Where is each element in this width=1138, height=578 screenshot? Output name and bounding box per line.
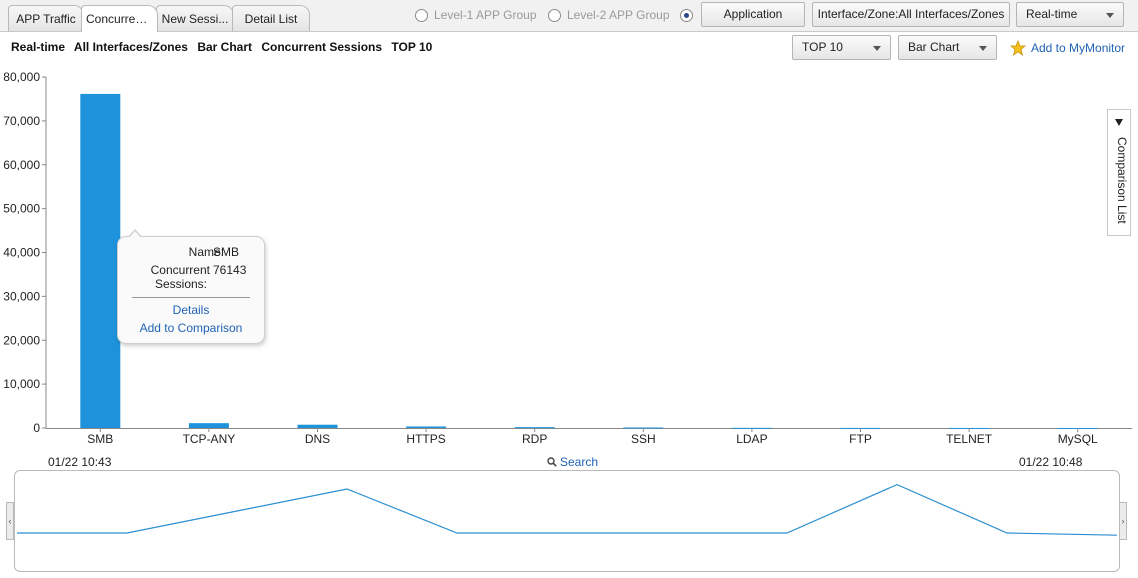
top-n-value: TOP 10 (802, 40, 843, 54)
timeline-overview[interactable] (14, 470, 1120, 572)
interface-zone-button[interactable]: Interface/Zone:All Interfaces/Zones (812, 2, 1010, 27)
search-link[interactable]: Search (547, 455, 598, 469)
timeline-start: 01/22 10:43 (48, 455, 112, 469)
tooltip-sessions-value: 76143 (213, 263, 247, 277)
add-to-mymonitor-link[interactable]: Add to MyMonitor (1010, 40, 1125, 56)
radio-label: Level-1 APP Group (434, 8, 537, 22)
search-icon (547, 457, 557, 467)
overview-right-handle[interactable]: › (1119, 502, 1127, 540)
x-tick-label: SSH (631, 432, 656, 446)
y-tick-label: 0 (33, 421, 40, 435)
subtitle-metric: Concurrent Sessions (261, 40, 383, 54)
overview-line-chart (17, 483, 1118, 536)
x-tick-label: LDAP (736, 432, 767, 446)
tab-detail-list[interactable]: Detail List (232, 5, 310, 31)
y-tick-label: 60,000 (3, 158, 40, 172)
x-tick-label: MySQL (1058, 432, 1098, 446)
tab-concurrent-sessions[interactable]: Concurrent... (81, 5, 158, 32)
chart-type-value: Bar Chart (908, 40, 960, 54)
chevron-down-icon (979, 46, 987, 51)
tooltip-divider (132, 297, 250, 298)
tooltip-name-value: SMB (213, 245, 240, 259)
tab-app-traffic[interactable]: APP Traffic (8, 5, 84, 31)
y-tick-label: 50,000 (3, 202, 40, 216)
star-icon (1010, 40, 1026, 56)
bar[interactable] (188, 423, 229, 428)
comparison-list-label: Comparison List (1115, 137, 1129, 224)
radio-application[interactable] (680, 6, 699, 24)
tooltip-sessions-label-1: Concurrent (150, 263, 210, 277)
chart-subtitle: Real-time All Interfaces/Zones Bar Chart… (11, 40, 438, 54)
tooltip-details-link[interactable]: Details (118, 303, 264, 317)
y-tick-label: 20,000 (3, 333, 40, 347)
search-label: Search (560, 455, 599, 469)
tab-new-sessions[interactable]: New Sessi... (156, 5, 234, 31)
radio-label: Level-2 APP Group (567, 8, 670, 22)
y-tick-label: 80,000 (3, 70, 40, 84)
top-toolbar: APP Traffic Concurrent... New Sessi... D… (0, 0, 1138, 32)
bar[interactable] (80, 93, 121, 428)
overview-left-handle[interactable]: ‹ (6, 502, 14, 540)
x-tick-label: HTTPS (406, 432, 445, 446)
y-tick-label: 70,000 (3, 114, 40, 128)
radio-button-selected[interactable] (680, 8, 693, 22)
x-tick-label: RDP (522, 432, 547, 446)
time-range-select[interactable]: Real-time (1016, 2, 1124, 27)
subtitle-chart-type: Bar Chart (197, 40, 252, 54)
y-tick-label: 10,000 (3, 377, 40, 391)
y-tick-label: 40,000 (3, 246, 40, 260)
bar[interactable] (406, 426, 447, 428)
radio-button[interactable] (415, 8, 428, 22)
tooltip-sessions-label-2: Sessions: (154, 277, 207, 291)
radio-level2-app-group[interactable]: Level-2 APP Group (548, 6, 670, 24)
chevron-down-icon (873, 46, 881, 51)
overview-series-line (17, 483, 1118, 536)
subtitle-mode: Real-time (11, 40, 66, 54)
x-tick-label: FTP (849, 432, 872, 446)
time-range-value: Real-time (1026, 7, 1078, 21)
bar-tooltip: Name: SMB Concurrent Sessions: 76143 Det… (117, 229, 265, 344)
triangle-down-icon (1115, 119, 1123, 126)
chevron-down-icon (1106, 13, 1114, 18)
tooltip-name-label: Name: (188, 245, 224, 259)
chart-type-select[interactable]: Bar Chart (898, 35, 997, 60)
radio-button[interactable] (548, 8, 561, 22)
subtitle-scope: All Interfaces/Zones (73, 40, 188, 54)
x-tick-label: DNS (305, 432, 330, 446)
timeline-end: 01/22 10:48 (1019, 455, 1083, 469)
comparison-list-tab[interactable]: Comparison List (1107, 109, 1131, 236)
bar[interactable] (514, 427, 555, 429)
x-tick-label: SMB (87, 432, 113, 446)
top-n-select[interactable]: TOP 10 (792, 35, 891, 60)
radio-level1-app-group[interactable]: Level-1 APP Group (415, 6, 537, 24)
x-tick-label: TELNET (946, 432, 993, 446)
application-button[interactable]: Application (701, 2, 805, 27)
add-to-mymonitor-label: Add to MyMonitor (1031, 41, 1126, 55)
x-tick-label: TCP-ANY (183, 432, 236, 446)
subtitle-top: TOP 10 (391, 40, 433, 54)
y-tick-label: 30,000 (3, 289, 40, 303)
tooltip-add-to-comparison-link[interactable]: Add to Comparison (118, 321, 264, 335)
bar[interactable] (297, 424, 338, 428)
